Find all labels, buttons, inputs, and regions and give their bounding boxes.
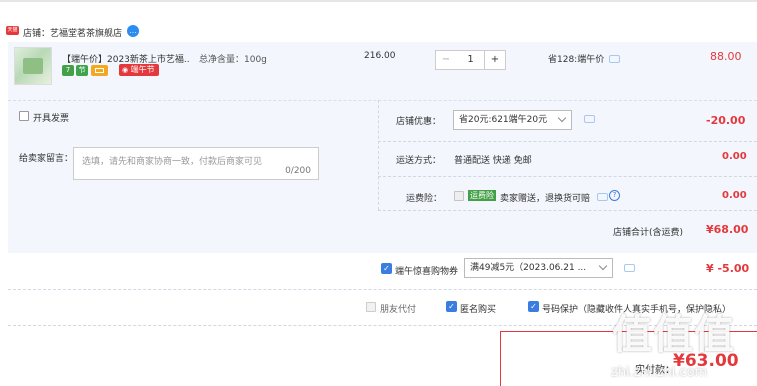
friend-pay-checkbox xyxy=(366,302,376,312)
row-divider xyxy=(378,176,757,177)
insurance-text: 卖家赠送，退换货可赔 xyxy=(500,194,591,204)
watermark-text: zhi.zhi.zhi.com xyxy=(611,365,708,380)
anonymous-checkbox[interactable]: ✓ xyxy=(446,301,457,312)
coupon-amount: ¥ -5.00 xyxy=(706,262,750,275)
panel-divider xyxy=(378,100,379,210)
insurance-label: 运费险： xyxy=(406,194,443,204)
insurance-amount: 0.00 xyxy=(722,190,747,201)
quantity-input[interactable]: 1 xyxy=(456,50,485,70)
product-thumbnail[interactable] xyxy=(14,47,52,85)
shop-discount-amount: -20.00 xyxy=(706,114,746,127)
anonymous-label: 匿名购买 xyxy=(460,305,497,315)
watermark-logo: 值值值 xyxy=(612,312,735,358)
privacy-checkbox[interactable]: ✓ xyxy=(528,301,539,312)
shop-discount-value: 省20元:621端午20元 xyxy=(459,115,548,125)
message-counter: 0/200 xyxy=(285,166,311,176)
row-divider xyxy=(378,141,757,142)
chevron-down-icon xyxy=(598,261,608,271)
section-divider xyxy=(8,289,757,290)
comment-icon[interactable] xyxy=(597,193,608,201)
top-divider xyxy=(0,0,757,2)
chevron-down-icon xyxy=(557,113,567,123)
invoice-checkbox[interactable] xyxy=(19,111,29,121)
chat-bubble-icon[interactable]: … xyxy=(127,25,139,37)
message-placeholder: 选填，请先和商家协商一致，付款后商家可见 xyxy=(82,157,263,167)
promo-tag: ◉ 端午节 xyxy=(119,64,159,76)
invoice-label: 开具发票 xyxy=(33,114,70,124)
row-divider xyxy=(378,210,757,211)
delivery-amount: 0.00 xyxy=(722,151,747,162)
message-textarea[interactable]: 选填，请先和商家协商一致，付款后商家可见 0/200 xyxy=(73,147,319,180)
quantity-plus-button[interactable]: + xyxy=(484,50,506,70)
shop-name[interactable]: 店铺：艺福堂茗茶旗舰店 xyxy=(23,26,122,39)
coupon-checkbox[interactable]: ✓ xyxy=(381,263,392,274)
shop-total-amount: ¥68.00 xyxy=(706,223,749,236)
message-label: 给卖家留言： xyxy=(19,154,74,164)
shop-discount-select[interactable]: 省20元:621端午20元 xyxy=(453,110,572,130)
shop-discount-label: 店铺优惠： xyxy=(396,117,442,127)
delivery-method: 普通配送 快递 免邮 xyxy=(454,156,532,166)
friend-pay-label: 朋友代付 xyxy=(380,305,417,315)
comment-icon[interactable] xyxy=(609,55,620,63)
insurance-checkbox xyxy=(454,191,464,201)
coupon-select[interactable]: 满49减5元（2023.06.21 ... xyxy=(464,258,613,278)
comment-icon[interactable] xyxy=(624,264,635,272)
tmall-badge: 天猫 xyxy=(6,26,19,35)
coupon-value: 满49减5元（2023.06.21 ... xyxy=(470,263,587,273)
quantity-minus-button[interactable]: − xyxy=(435,50,457,70)
card-tag-icon xyxy=(91,65,108,76)
tag-7-icon: 7 xyxy=(62,65,74,76)
help-icon[interactable]: ? xyxy=(609,190,620,201)
delivery-label: 运送方式： xyxy=(396,156,442,166)
insurance-badge: 运费险 xyxy=(468,190,496,201)
tag-festival-icon: 节 xyxy=(76,65,88,76)
unit-price: 216.00 xyxy=(364,51,396,61)
item-subtotal: 88.00 xyxy=(710,50,742,63)
shop-total-label: 店铺合计(含运费) xyxy=(613,228,684,238)
coupon-label: 端午惊喜购物券 xyxy=(395,267,459,277)
saving-label: 省128:端午价 xyxy=(548,55,605,65)
comment-icon[interactable] xyxy=(584,115,595,123)
item-spec: 总净含量：100g xyxy=(199,55,267,65)
